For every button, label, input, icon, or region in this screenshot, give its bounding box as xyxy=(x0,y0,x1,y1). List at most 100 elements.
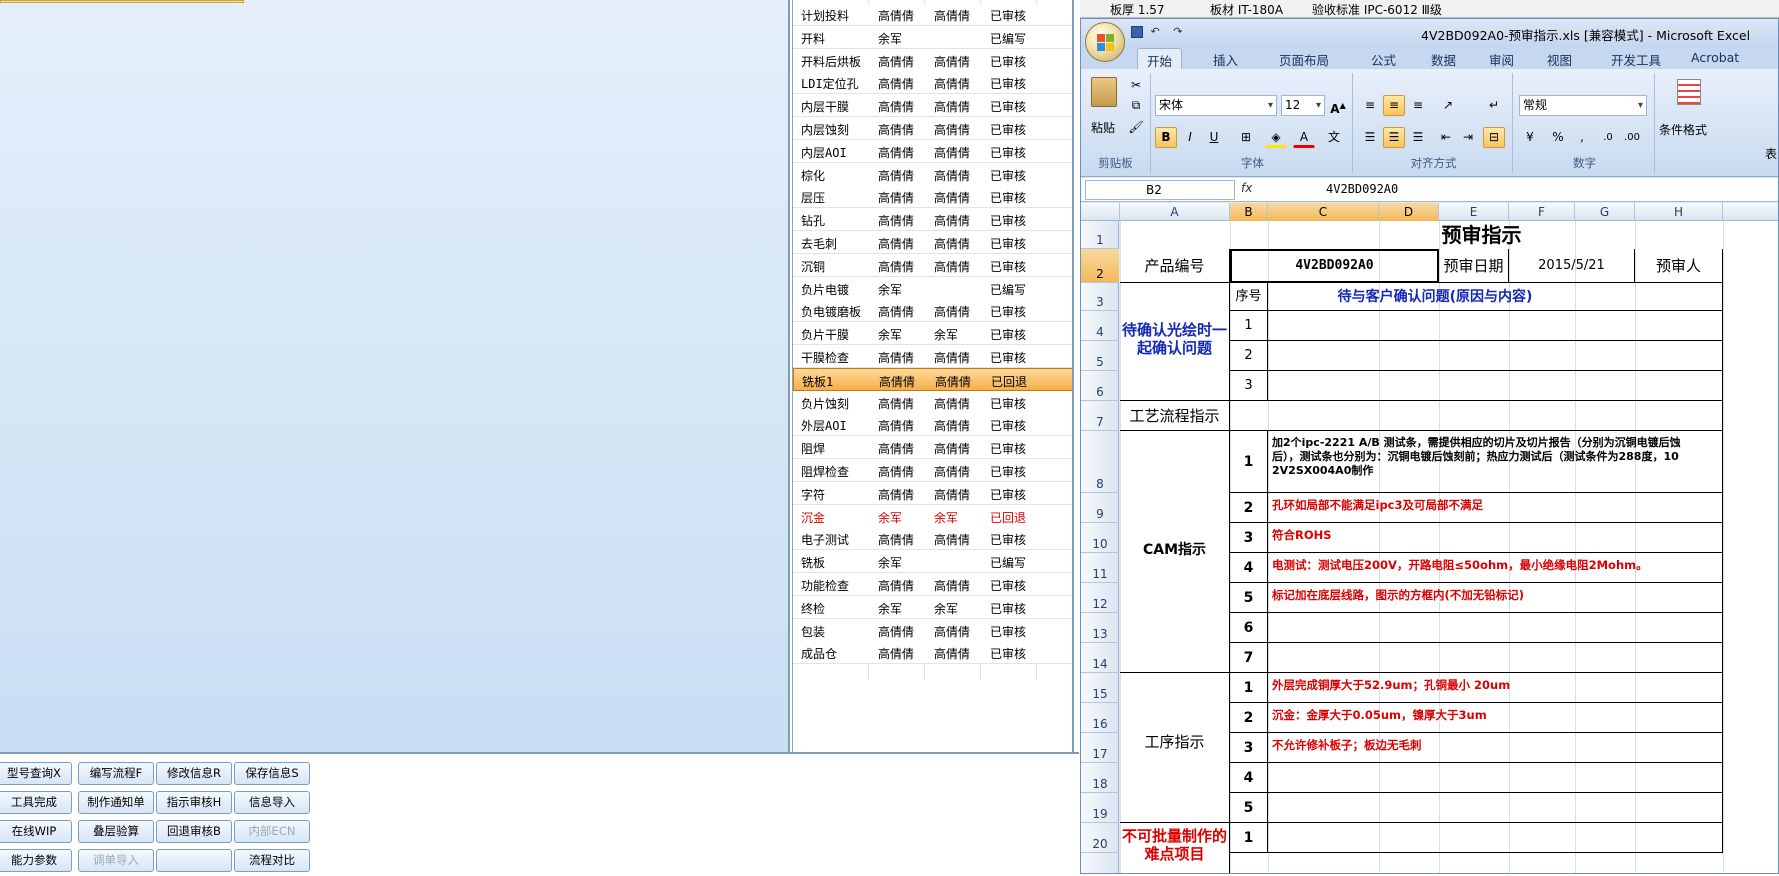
process-row[interactable]: 负片电镀 余军 已编写 xyxy=(793,276,1072,300)
row-header[interactable]: 18 xyxy=(1081,763,1119,793)
action-button[interactable] xyxy=(156,849,232,872)
row-header[interactable]: 3 xyxy=(1081,283,1119,311)
process-seq-num[interactable]: 3 xyxy=(1230,733,1268,763)
wrap-text-icon[interactable]: ↵ xyxy=(1483,95,1505,116)
increase-indent-icon[interactable]: ⇥ xyxy=(1457,127,1479,148)
pending-issue-cell[interactable] xyxy=(1268,311,1723,341)
process-row[interactable]: 阻焊检查 高倩倩 高倩倩 已审核 xyxy=(793,459,1072,482)
process-row[interactable]: 负电镀磨板 高倩倩 高倩倩 已审核 xyxy=(793,299,1072,323)
process-seq-num[interactable]: 4 xyxy=(1230,763,1268,793)
action-button[interactable]: 信息导入 xyxy=(234,791,310,814)
process-row[interactable]: 层压 高倩倩 高倩倩 已审核 xyxy=(793,185,1072,209)
action-button[interactable]: 制作通知单 xyxy=(78,791,154,814)
row-header[interactable]: 6 xyxy=(1081,371,1119,401)
column-header[interactable]: A xyxy=(1120,203,1230,221)
row-header[interactable]: 8 xyxy=(1081,431,1119,493)
ribbon-tab[interactable]: 开发工具 xyxy=(1611,50,1661,69)
cam-seq-num[interactable]: 3 xyxy=(1230,523,1268,553)
sheet-title[interactable]: 预审指示 xyxy=(1120,221,1723,249)
reviewer-label[interactable]: 预审人 xyxy=(1635,249,1723,283)
process-instruction-cell[interactable] xyxy=(1268,763,1723,793)
underline-icon[interactable]: U xyxy=(1203,127,1225,148)
italic-icon[interactable]: I xyxy=(1179,127,1201,148)
action-button[interactable]: 修改信息R xyxy=(156,762,232,785)
process-row[interactable]: 字符 高倩倩 高倩倩 已审核 xyxy=(793,481,1072,505)
decrease-decimal-icon[interactable]: .00 xyxy=(1621,127,1643,148)
no-batch-cell[interactable] xyxy=(1268,823,1723,853)
align-bottom-icon[interactable]: ≡ xyxy=(1407,95,1429,116)
process-instruction-label[interactable]: 工序指示 xyxy=(1120,673,1230,823)
process-instruction-cell[interactable]: 沉金：金厚大于0.05um，镍厚大于3um xyxy=(1268,703,1723,733)
process-row[interactable]: 成品仓 高倩倩 高倩倩 已审核 xyxy=(793,641,1072,665)
fill-color-icon[interactable]: ◈ xyxy=(1265,127,1287,148)
row-header[interactable]: 1 xyxy=(1081,221,1119,249)
ribbon-tab[interactable]: 插入 xyxy=(1213,50,1238,69)
formula-input[interactable]: 4V2BD092A0 xyxy=(1326,182,1398,196)
review-date-label[interactable]: 预审日期 xyxy=(1439,249,1509,283)
cam-seq-num[interactable]: 4 xyxy=(1230,553,1268,583)
cam-instruction-cell[interactable] xyxy=(1268,613,1723,643)
process-row[interactable]: 内层AOI 高倩倩 高倩倩 已审核 xyxy=(793,139,1072,163)
process-row[interactable]: 外层AOI 高倩倩 高倩倩 已审核 xyxy=(793,413,1072,437)
align-center-icon[interactable]: ☰ xyxy=(1383,127,1405,148)
cam-seq-num[interactable]: 1 xyxy=(1230,431,1268,493)
align-left-icon[interactable]: ☰ xyxy=(1359,127,1381,148)
cam-instruction-cell[interactable]: 电测试：测试电压200V，开路电阻≤50ohm，最小绝缘电阻2Mohm。 xyxy=(1268,553,1723,583)
font-name-combo[interactable]: 宋体 xyxy=(1155,95,1277,116)
cam-instruction-cell[interactable]: 标记加在底层线路，图示的方框内(不加无铅标记) xyxy=(1268,583,1723,613)
process-row[interactable]: 钻孔 高倩倩 高倩倩 已审核 xyxy=(793,208,1072,232)
phonetic-icon[interactable]: 文 xyxy=(1323,127,1345,148)
row-header[interactable]: 11 xyxy=(1081,553,1119,583)
merge-center-icon[interactable]: ⊟ xyxy=(1483,127,1505,148)
paste-button[interactable]: 粘贴 xyxy=(1091,119,1115,136)
cam-instruction-cell[interactable]: 符合ROHS xyxy=(1268,523,1723,553)
product-label[interactable]: 产品编号 xyxy=(1120,249,1230,283)
cam-instruction-cell[interactable]: 加2个ipc-2221 A/B 测试条，需提供相应的切片及切片报告（分别为沉铜电… xyxy=(1268,431,1723,493)
process-seq-num[interactable]: 2 xyxy=(1230,703,1268,733)
column-header[interactable]: D xyxy=(1379,203,1439,221)
cam-label[interactable]: CAM指示 xyxy=(1120,431,1230,673)
ribbon-tab[interactable]: 视图 xyxy=(1547,50,1572,69)
row-header[interactable]: 9 xyxy=(1081,493,1119,523)
copy-icon[interactable]: ⧉ xyxy=(1125,95,1147,116)
no-batch-seq-num[interactable]: 1 xyxy=(1230,823,1268,853)
cam-seq-num[interactable]: 5 xyxy=(1230,583,1268,613)
row-header[interactable]: 20 xyxy=(1081,823,1119,853)
process-row[interactable]: 内层蚀刻 高倩倩 高倩倩 已审核 xyxy=(793,117,1072,140)
cam-seq-num[interactable]: 6 xyxy=(1230,613,1268,643)
process-instruction-cell[interactable]: 不允许修补板子；板边无毛刺 xyxy=(1268,733,1723,763)
action-button[interactable]: 在线WIP xyxy=(0,820,72,843)
action-button[interactable]: 回退审核B xyxy=(156,820,232,843)
action-button[interactable]: 工具完成 xyxy=(0,791,72,814)
decrease-indent-icon[interactable]: ⇤ xyxy=(1435,127,1457,148)
process-row[interactable]: 负片干膜 余军 余军 已审核 xyxy=(793,322,1072,346)
product-value-cell[interactable]: 4V2BD092A0 xyxy=(1230,249,1439,283)
process-row[interactable]: 去毛刺 高倩倩 高倩倩 已审核 xyxy=(793,231,1072,254)
process-row[interactable]: 沉金 余军 余军 已回退 xyxy=(793,504,1072,528)
process-row[interactable]: 沉铜 高倩倩 高倩倩 已审核 xyxy=(793,253,1072,277)
row-header[interactable]: 19 xyxy=(1081,793,1119,823)
row-header[interactable]: 13 xyxy=(1081,613,1119,643)
cam-seq-num[interactable]: 2 xyxy=(1230,493,1268,523)
action-button[interactable]: 指示审核H xyxy=(156,791,232,814)
office-button[interactable] xyxy=(1085,22,1125,62)
cam-instruction-cell[interactable]: 孔环如局部不能满足ipc3及可局部不满足 xyxy=(1268,493,1723,523)
process-row[interactable]: 开料 余军 已编写 xyxy=(793,25,1072,49)
format-painter-icon[interactable]: 🖌 xyxy=(1125,117,1147,138)
process-row[interactable]: 铣板 余军 已编写 xyxy=(793,550,1072,574)
row-header[interactable]: 17 xyxy=(1081,733,1119,763)
ribbon-tab[interactable]: Acrobat xyxy=(1691,50,1739,65)
ribbon-tab[interactable]: 页面布局 xyxy=(1279,50,1329,69)
action-button[interactable]: 调单导入 xyxy=(78,849,154,872)
column-header[interactable]: C xyxy=(1268,203,1379,221)
process-row[interactable]: 计划投料 高倩倩 高倩倩 已审核 xyxy=(793,3,1072,26)
fx-icon[interactable]: fx xyxy=(1241,181,1252,195)
row-header[interactable]: 14 xyxy=(1081,643,1119,673)
action-button[interactable]: 内部ECN xyxy=(234,820,310,843)
pending-issues-header[interactable]: 待与客户确认问题(原因与内容) xyxy=(1268,283,1723,311)
currency-icon[interactable]: ¥ xyxy=(1519,127,1541,148)
process-flow-label[interactable]: 工艺流程指示 xyxy=(1120,401,1230,431)
seq-header[interactable]: 序号 xyxy=(1230,283,1268,311)
borders-icon[interactable]: ⊞ xyxy=(1235,127,1257,148)
process-row[interactable]: 负片蚀刻 高倩倩 高倩倩 已审核 xyxy=(793,390,1072,414)
